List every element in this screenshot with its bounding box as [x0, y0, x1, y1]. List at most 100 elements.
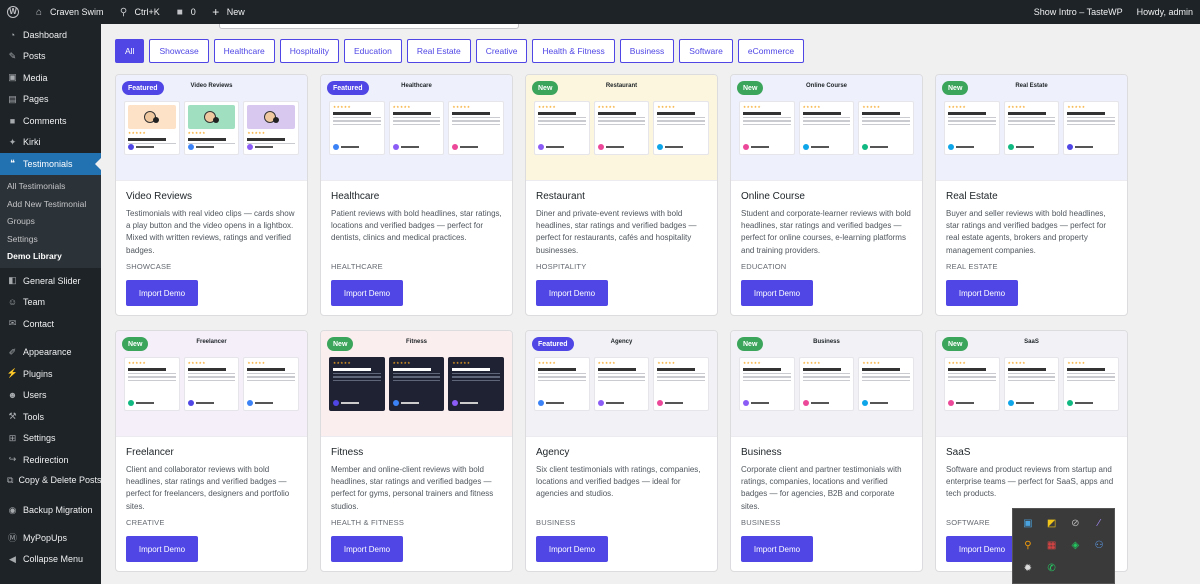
- import-demo-button[interactable]: Import Demo: [536, 280, 608, 306]
- app-icon-8[interactable]: ⚇: [1088, 536, 1110, 557]
- app-icon-5[interactable]: ⚲: [1017, 536, 1039, 557]
- review-text-line: [597, 376, 646, 378]
- filter-real-estate[interactable]: Real Estate: [406, 39, 471, 63]
- import-demo-button[interactable]: Import Demo: [946, 280, 1018, 306]
- app-icon-7[interactable]: ◈: [1065, 536, 1087, 557]
- preview-review-card: ★★★★★: [653, 101, 710, 155]
- app-icon-6[interactable]: ▦: [1041, 536, 1063, 557]
- card-title: Agency: [536, 447, 570, 458]
- sidebar-item-appearance[interactable]: ✐ Appearance: [0, 342, 101, 364]
- collapse-menu-button[interactable]: ◀ Collapse Menu: [0, 549, 101, 571]
- card-description: Member and online-client reviews with bo…: [331, 465, 494, 511]
- app-icon-3[interactable]: ⊘: [1065, 513, 1087, 534]
- sidebar-item-plugins[interactable]: ⚡ Plugins: [0, 363, 101, 385]
- app-icon-9[interactable]: ✹: [1017, 558, 1039, 579]
- sidebar-item-pages[interactable]: ▤ Pages: [0, 89, 101, 111]
- preview-review-card: ★★★★★: [798, 101, 855, 155]
- star-rating-icon: ★★★★★: [1007, 361, 1026, 365]
- sidebar-item-testimonials[interactable]: ❝ Testimonials: [0, 153, 101, 175]
- search-input[interactable]: [219, 24, 519, 29]
- import-demo-button[interactable]: Import Demo: [741, 280, 813, 306]
- import-demo-button[interactable]: Import Demo: [126, 536, 198, 562]
- import-demo-button[interactable]: Import Demo: [946, 536, 1018, 562]
- import-demo-button[interactable]: Import Demo: [126, 280, 198, 306]
- import-demo-button[interactable]: Import Demo: [331, 280, 403, 306]
- app-icon-4[interactable]: ⁄: [1088, 513, 1110, 534]
- review-text-line: [802, 372, 851, 374]
- sidebar-item-general-slider[interactable]: ◧ General Slider: [0, 270, 101, 292]
- filter-software[interactable]: Software: [679, 39, 733, 63]
- avatar: [187, 144, 194, 150]
- preview-review-card: ★★★★★: [593, 357, 650, 411]
- sidebar-item-contact[interactable]: ✉ Contact: [0, 313, 101, 335]
- import-demo-button[interactable]: Import Demo: [536, 536, 608, 562]
- preview-title: Restaurant: [605, 83, 638, 89]
- filter-showcase[interactable]: Showcase: [149, 39, 209, 63]
- filter-hospitality[interactable]: Hospitality: [279, 39, 339, 63]
- app-icon-2[interactable]: ◩: [1041, 513, 1063, 534]
- preview-title: Freelancer: [196, 339, 227, 345]
- app-icon-1[interactable]: ▣: [1017, 513, 1039, 534]
- filter-all[interactable]: All: [115, 39, 145, 63]
- star-rating-icon: ★★★★★: [128, 361, 147, 365]
- whatsapp-icon[interactable]: ✆: [1041, 558, 1063, 579]
- filter-education[interactable]: Education: [344, 39, 402, 63]
- sidebar-item-backup-migration[interactable]: ◉ Backup Migration: [0, 500, 101, 522]
- avatar: [862, 400, 869, 406]
- sidebar-item-team[interactable]: ☺ Team: [0, 292, 101, 314]
- card-body: Healthcare Patient reviews with bold head…: [321, 181, 512, 271]
- card-description: Six client testimonials with ratings, co…: [536, 465, 701, 499]
- review-text-line: [657, 120, 706, 122]
- sidebar-item-comments[interactable]: ■ Comments: [0, 110, 101, 132]
- filter-business[interactable]: Business: [619, 39, 675, 63]
- review-text-line: [1007, 123, 1056, 125]
- new-content-menu[interactable]: + New: [203, 0, 252, 24]
- filter-creative[interactable]: Creative: [475, 39, 528, 63]
- sidebar-item-dashboard[interactable]: ◔ Dashboard: [0, 24, 101, 46]
- review-text-line: [802, 120, 851, 122]
- review-headline: [187, 138, 226, 141]
- review-headline: [743, 112, 782, 115]
- submenu-item-all-testimonials[interactable]: All Testimonials: [0, 178, 101, 196]
- command-palette[interactable]: ⚲ Ctrl+K: [111, 0, 167, 24]
- sidebar-item-mypopups[interactable]: Ⓜ MyPopUps: [0, 527, 101, 549]
- avatar: [247, 400, 254, 406]
- submenu-item-settings[interactable]: Settings: [0, 230, 101, 248]
- sidebar-item-copy-delete-posts[interactable]: ⧉ Copy & Delete Posts: [0, 471, 101, 499]
- sidebar-item-settings[interactable]: ⊞ Settings: [0, 428, 101, 450]
- review-headline: [452, 112, 491, 115]
- star-rating-icon: ★★★★★: [392, 105, 411, 109]
- sidebar-item-users[interactable]: ☻ Users: [0, 385, 101, 407]
- sidebar-item-media[interactable]: ▣ Media: [0, 67, 101, 89]
- wp-logo-menu[interactable]: W: [0, 0, 26, 24]
- review-text-line: [948, 372, 996, 374]
- avatar: [862, 144, 869, 150]
- play-icon: [272, 117, 279, 123]
- submenu-item-demo-library[interactable]: Demo Library: [0, 248, 101, 266]
- admin-bar: W ⌂ Craven Swim ⚲ Ctrl+K ■ 0 + New Show Intr…: [0, 0, 1200, 24]
- site-name-menu[interactable]: ⌂ Craven Swim: [26, 0, 111, 24]
- comments-menu[interactable]: ■ 0: [167, 0, 203, 24]
- team-icon: ☺: [7, 297, 18, 308]
- filter-ecommerce[interactable]: eCommerce: [737, 39, 805, 63]
- sidebar-item-kirki[interactable]: ✦ Kirki: [0, 132, 101, 154]
- import-demo-button[interactable]: Import Demo: [331, 536, 403, 562]
- sidebar-item-redirection[interactable]: ↪ Redirection: [0, 449, 101, 471]
- reviewer-name: [1075, 402, 1094, 404]
- card-description: Testimonials with real video clips — car…: [126, 209, 295, 255]
- filter-healthcare[interactable]: Healthcare: [213, 39, 275, 63]
- sidebar-item-posts[interactable]: ✎ Posts: [0, 46, 101, 68]
- reviewer-name: [341, 146, 359, 148]
- sidebar-item-tools[interactable]: ⚒ Tools: [0, 406, 101, 428]
- import-demo-button[interactable]: Import Demo: [741, 536, 813, 562]
- show-intro-link[interactable]: Show Intro – TasteWP: [1027, 0, 1130, 24]
- avatar: [128, 144, 134, 150]
- card-description: Client and collaborator reviews with bol…: [126, 465, 290, 511]
- video-thumbnail: [247, 105, 296, 129]
- submenu-item-groups[interactable]: Groups: [0, 213, 101, 231]
- demo-card-healthcare: Featured Healthcare ★★★★★ ★★★★★ ★★★★★ Healthc…: [320, 74, 513, 316]
- account-menu[interactable]: Howdy, admin: [1130, 0, 1200, 24]
- admin-sidebar: ◔ Dashboard ✎ Posts ▣ Media ▤ Pages ■ Comments ✦ Ki…: [0, 24, 101, 584]
- filter-health-and-fitness[interactable]: Health & Fitness: [532, 39, 615, 63]
- submenu-item-add-new-testimonial[interactable]: Add New Testimonial: [0, 195, 101, 213]
